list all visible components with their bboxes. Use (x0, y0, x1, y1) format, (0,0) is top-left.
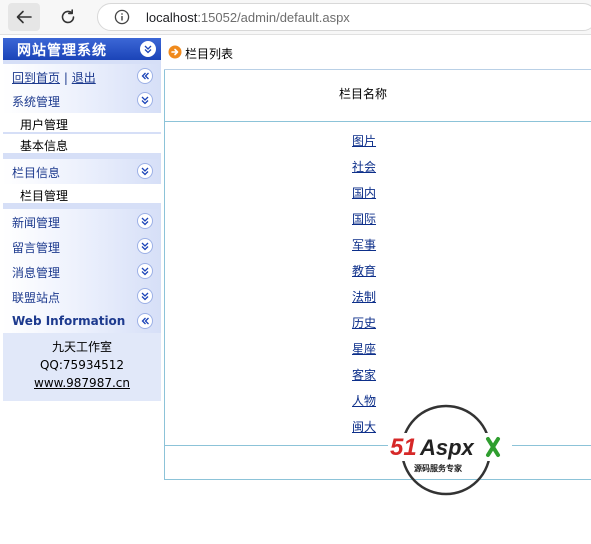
category-link[interactable]: 教育 (352, 262, 376, 279)
svg-text:Aspx: Aspx (419, 435, 475, 460)
sidebar-section-alliance-sites[interactable]: 联盟站点 (3, 284, 161, 309)
category-link[interactable]: 图片 (352, 132, 376, 149)
reload-button[interactable] (52, 3, 84, 31)
sidebar-section-guestbook[interactable]: 留言管理 (3, 234, 161, 259)
sidebar-item-label: 栏目管理 (20, 189, 69, 203)
category-link[interactable]: 人物 (352, 392, 376, 409)
sidebar-section-messages[interactable]: 消息管理 (3, 259, 161, 284)
category-link[interactable]: 国际 (352, 210, 376, 227)
sidebar-header: 网站管理系统 (3, 38, 161, 60)
category-link[interactable]: 国内 (352, 184, 376, 201)
section-label: 新闻管理 (12, 216, 61, 230)
collapse-left-icon[interactable] (137, 313, 153, 329)
svg-text:源码服务专家: 源码服务专家 (414, 463, 463, 473)
svg-text:51: 51 (390, 434, 417, 461)
content-header: 栏目列表 (164, 38, 591, 70)
expand-down-icon[interactable] (137, 263, 153, 279)
section-label: 系统管理 (12, 95, 61, 109)
section-label: 消息管理 (12, 266, 61, 280)
qq-number: QQ:75934512 (39, 358, 124, 372)
51aspx-watermark-logo: 51 Aspx 源码服务专家 (388, 404, 512, 496)
url-text[interactable]: localhost:15052/admin/default.aspx (146, 10, 350, 25)
url-host: localhost (146, 10, 198, 25)
address-bar[interactable]: localhost:15052/admin/default.aspx (97, 3, 591, 31)
home-logout-row: 回到首页 | 退出 (3, 64, 161, 89)
category-link[interactable]: 社会 (352, 158, 376, 175)
site-link[interactable]: www.987987.cn (34, 376, 130, 390)
web-information-panel: 九天工作室 QQ:75934512 www.987987.cn (3, 333, 161, 401)
section-label: Web Information (12, 314, 126, 328)
section-label: 留言管理 (12, 241, 61, 255)
collapse-down-icon[interactable] (140, 41, 156, 57)
table-footer-line (165, 445, 591, 446)
expand-down-icon[interactable] (137, 92, 153, 108)
expand-down-icon[interactable] (137, 288, 153, 304)
category-table: 栏目名称 图片社会国内国际军事教育法制历史星座客家人物闽大 (164, 70, 591, 480)
section-label: 栏目信息 (12, 166, 61, 180)
expand-down-icon[interactable] (137, 163, 153, 179)
sidebar-section-web-information[interactable]: Web Information (3, 309, 161, 334)
url-path: :15052/admin/default.aspx (197, 10, 350, 25)
admin-sidebar: 网站管理系统 回到首页 | 退出 系统管理 用户管理 基本信息 栏目信息 栏目管… (3, 38, 161, 401)
category-link[interactable]: 客家 (352, 366, 376, 383)
section-label: 联盟站点 (12, 291, 61, 305)
column-header-name: 栏目名称 (339, 87, 388, 101)
sidebar-item-label: 用户管理 (20, 118, 69, 132)
main-content: 栏目列表 栏目名称 图片社会国内国际军事教育法制历史星座客家人物闽大 (164, 38, 591, 544)
arrow-left-icon (16, 10, 32, 24)
collapse-left-icon[interactable] (137, 68, 153, 84)
expand-down-icon[interactable] (137, 213, 153, 229)
sidebar-section-news[interactable]: 新闻管理 (3, 209, 161, 234)
link-separator: | (63, 71, 68, 85)
logout-link[interactable]: 退出 (72, 71, 96, 85)
category-link[interactable]: 闽大 (352, 418, 376, 435)
sidebar-item-label: 基本信息 (20, 139, 69, 153)
sidebar-item-user-management[interactable]: 用户管理 (3, 113, 161, 133)
info-icon[interactable] (114, 9, 130, 25)
category-link[interactable]: 军事 (352, 236, 376, 253)
browser-toolbar: localhost:15052/admin/default.aspx (0, 0, 591, 35)
category-link[interactable]: 星座 (352, 340, 376, 357)
orange-arrow-icon (168, 45, 182, 59)
home-link[interactable]: 回到首页 (12, 71, 60, 85)
page-title: 栏目列表 (185, 47, 234, 61)
sidebar-section-column-info[interactable]: 栏目信息 (3, 159, 161, 184)
category-link[interactable]: 法制 (352, 288, 376, 305)
expand-down-icon[interactable] (137, 238, 153, 254)
sidebar-item-column-management[interactable]: 栏目管理 (3, 184, 161, 204)
category-link[interactable]: 历史 (352, 314, 376, 331)
reload-icon (61, 9, 75, 24)
system-title: 网站管理系统 (17, 43, 107, 59)
sidebar-item-basic-info[interactable]: 基本信息 (3, 134, 161, 154)
studio-name: 九天工作室 (51, 340, 112, 354)
table-header: 栏目名称 (165, 70, 591, 122)
sidebar-section-system[interactable]: 系统管理 (3, 88, 161, 113)
back-button[interactable] (8, 3, 40, 31)
